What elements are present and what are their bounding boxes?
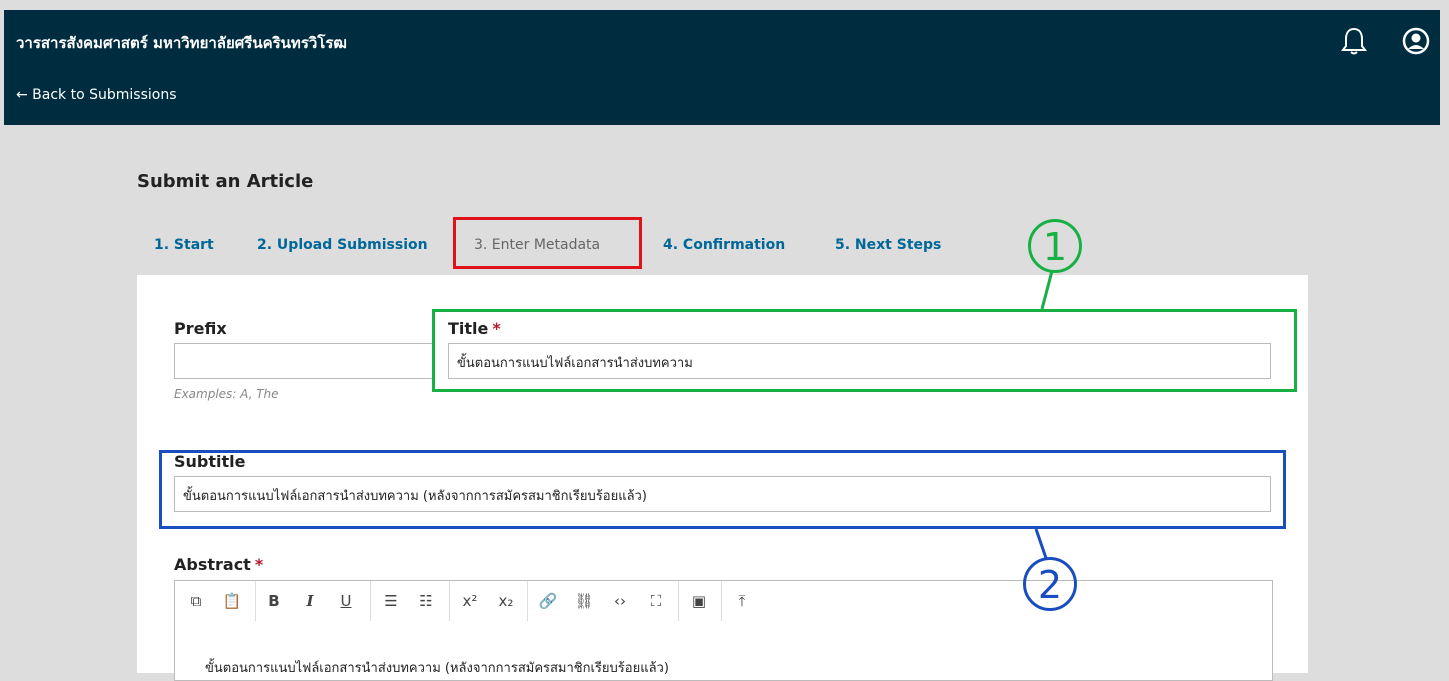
upload-icon[interactable]: ⤒ — [729, 588, 755, 614]
italic-icon[interactable]: I — [297, 588, 323, 614]
toolbar-divider — [449, 581, 450, 621]
site-title[interactable]: วารสารสังคมศาสตร์ มหาวิทยาลัยศรีนครินทรว… — [16, 31, 347, 55]
link-icon[interactable]: 🔗 — [535, 588, 561, 614]
paste-icon[interactable]: 📋 — [219, 588, 245, 614]
callout-1: 1 — [1028, 219, 1082, 273]
page-title: Submit an Article — [137, 171, 314, 192]
fullscreen-icon[interactable]: ⛶ — [643, 588, 669, 614]
underline-icon[interactable]: U — [333, 588, 359, 614]
rich-text-toolbar: ⧉ 📋 B I U ☰ ☷ x² x₂ 🔗 ⛓ ‹› ⛶ ▣ ⤒ — [174, 580, 1273, 622]
toolbar-divider — [721, 581, 722, 621]
superscript-icon[interactable]: x² — [457, 588, 483, 614]
prefix-input[interactable] — [174, 343, 434, 379]
required-marker: * — [254, 555, 264, 574]
tab-upload-submission[interactable]: 2. Upload Submission — [257, 237, 428, 253]
toolbar-divider — [527, 581, 528, 621]
copy-icon[interactable]: ⧉ — [183, 588, 209, 614]
user-avatar-icon[interactable] — [1401, 26, 1431, 56]
callout-2: 2 — [1023, 557, 1077, 611]
tab-next-steps[interactable]: 5. Next Steps — [835, 237, 941, 253]
tab-start[interactable]: 1. Start — [154, 237, 214, 253]
unlink-icon[interactable]: ⛓ — [571, 588, 597, 614]
bell-icon[interactable] — [1341, 26, 1367, 56]
abstract-editor[interactable]: ขั้นตอนการแนบไฟล์เอกสารนำส่งบทความ (หลัง… — [174, 621, 1273, 681]
top-header: วารสารสังคมศาสตร์ มหาวิทยาลัยศรีนครินทรว… — [4, 10, 1440, 125]
abstract-label-text: Abstract — [174, 555, 251, 574]
tab-confirmation[interactable]: 4. Confirmation — [663, 237, 785, 253]
abstract-text[interactable]: ขั้นตอนการแนบไฟล์เอกสารนำส่งบทความ (หลัง… — [205, 657, 669, 678]
toolbar-divider — [678, 581, 679, 621]
active-tab-highlight-box — [453, 217, 642, 269]
toolbar-divider — [255, 581, 256, 621]
prefix-label: Prefix — [174, 319, 227, 338]
subscript-icon[interactable]: x₂ — [493, 588, 519, 614]
prefix-help-text: Examples: A, The — [174, 387, 279, 401]
image-icon[interactable]: ▣ — [686, 588, 712, 614]
title-highlight-box — [432, 309, 1297, 392]
subtitle-highlight-box — [159, 450, 1286, 529]
bullet-list-icon[interactable]: ☰ — [378, 588, 404, 614]
abstract-label: Abstract * — [174, 555, 263, 574]
toolbar-divider — [370, 581, 371, 621]
bold-icon[interactable]: B — [261, 588, 287, 614]
back-to-submissions-link[interactable]: ← Back to Submissions — [16, 87, 177, 103]
code-icon[interactable]: ‹› — [607, 588, 633, 614]
numbered-list-icon[interactable]: ☷ — [413, 588, 439, 614]
